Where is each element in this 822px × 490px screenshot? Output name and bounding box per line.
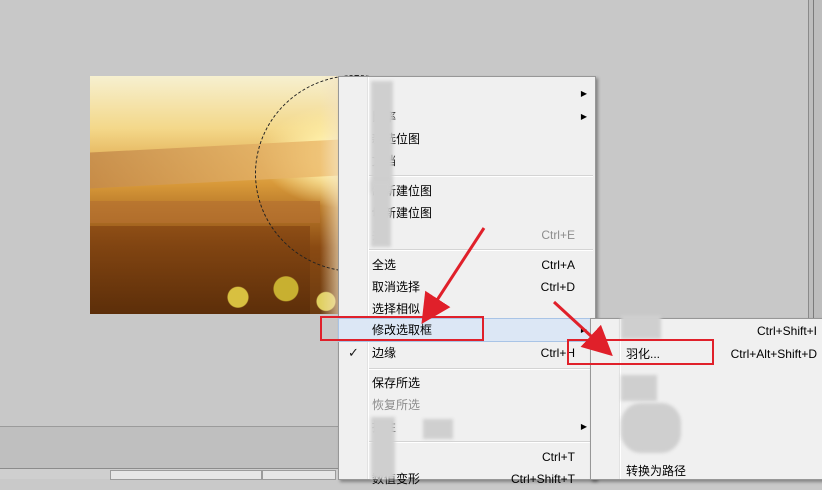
annotation-arrows	[421, 227, 613, 357]
arrow-to-modify	[421, 227, 486, 325]
arrow-to-feather	[552, 300, 613, 357]
